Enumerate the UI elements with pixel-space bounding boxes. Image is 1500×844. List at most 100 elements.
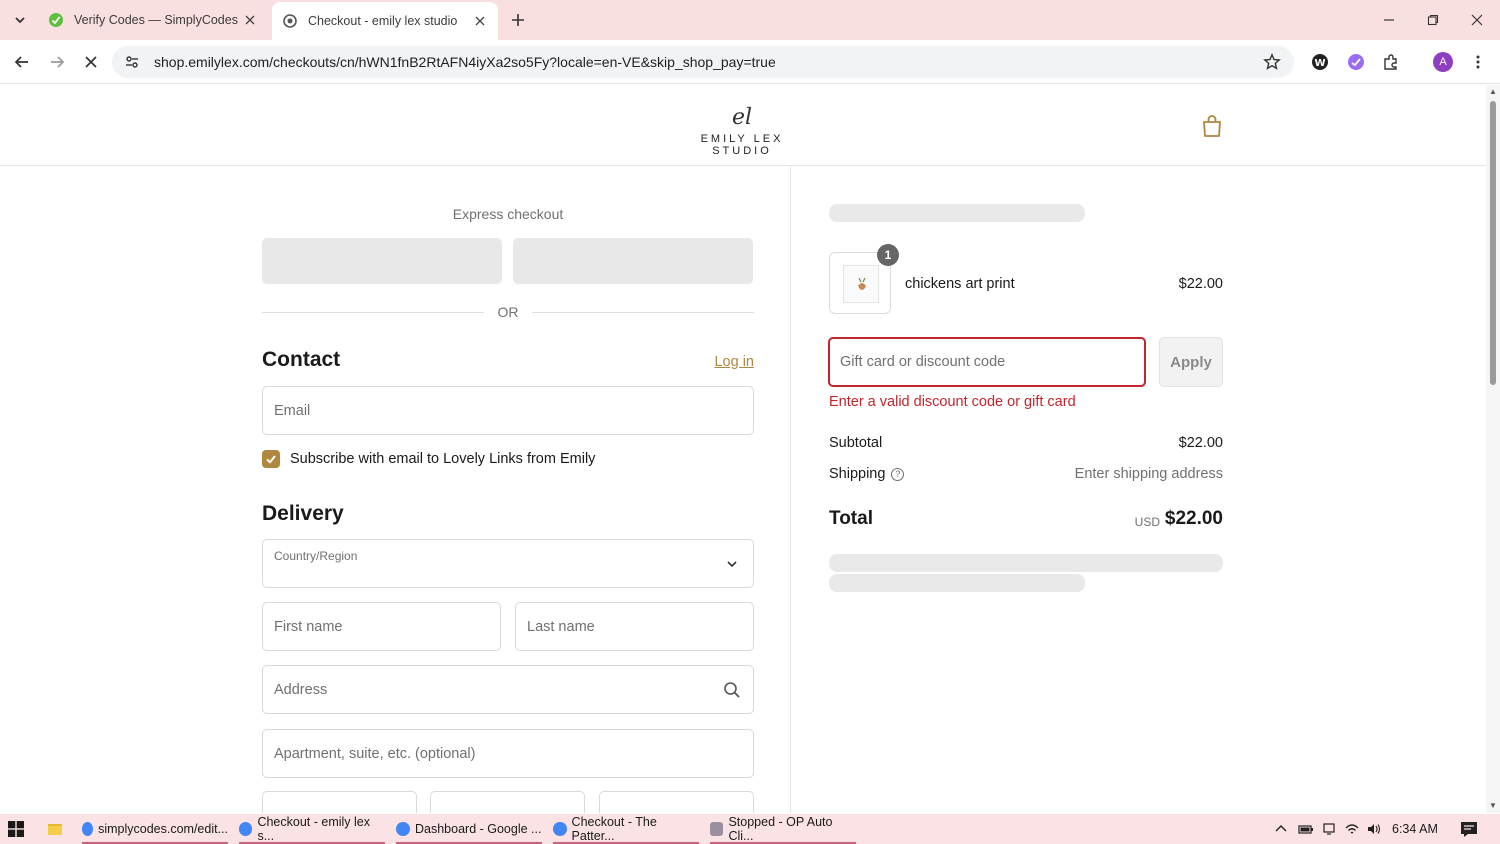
log-in-link[interactable]: Log in — [690, 354, 754, 370]
express-checkout-title: Express checkout — [452, 206, 564, 222]
tab-simplycodes[interactable]: Verify Codes — SimplyCodes — [38, 4, 268, 36]
checkout-page: el EMILY LEX STUDIO Express checkout OR … — [0, 85, 1486, 813]
tab-title: Checkout - emily lex studio — [308, 14, 458, 28]
email-field[interactable]: Email — [262, 386, 754, 435]
browser-tab-bar: Verify Codes — SimplyCodes Checkout - em… — [0, 0, 1500, 40]
discount-placeholder: Gift card or discount code — [840, 354, 1006, 370]
stop-loading-icon[interactable] — [77, 48, 105, 76]
country-region-select[interactable]: Country/Region — [262, 539, 754, 588]
total-currency: USD — [1134, 515, 1160, 529]
chicken-print-image — [843, 265, 879, 303]
back-icon[interactable] — [8, 48, 36, 76]
address-field[interactable]: Address — [262, 665, 754, 714]
express-checkout-button-placeholder[interactable] — [262, 238, 502, 284]
volume-icon[interactable] — [1366, 822, 1382, 836]
quantity-badge: 1 — [877, 244, 899, 266]
notifications-icon[interactable] — [1460, 821, 1478, 837]
taskbar-item[interactable]: Checkout - The Patter... — [553, 814, 699, 844]
extension-w-icon[interactable]: W — [1308, 50, 1332, 74]
last-name-placeholder: Last name — [527, 619, 595, 635]
subscribe-label: Subscribe with email to Lovely Links fro… — [290, 451, 596, 467]
close-window-icon[interactable] — [1454, 0, 1500, 40]
help-icon[interactable]: ? — [891, 468, 905, 481]
display-icon[interactable] — [1322, 822, 1336, 836]
email-placeholder: Email — [274, 403, 311, 419]
subtotal-value: $22.00 — [1178, 435, 1223, 451]
new-tab-icon[interactable] — [506, 8, 530, 32]
chrome-icon — [396, 822, 410, 836]
apartment-placeholder: Apartment, suite, etc. (optional) — [274, 746, 476, 762]
bookmark-star-icon[interactable] — [1260, 50, 1284, 74]
logo-mark: el — [731, 105, 753, 130]
close-tab-icon[interactable] — [470, 11, 490, 31]
subtotal-row: Subtotal $22.00 — [829, 435, 1223, 455]
discount-code-input[interactable]: Gift card or discount code — [828, 337, 1146, 387]
chrome-icon — [553, 822, 567, 836]
tab-checkout[interactable]: Checkout - emily lex studio — [272, 2, 498, 40]
subscribe-checkbox-row[interactable]: Subscribe with email to Lovely Links fro… — [262, 448, 595, 470]
subtotal-label: Subtotal — [829, 435, 883, 451]
subscribe-checkbox[interactable] — [262, 450, 280, 468]
profile-initial: A — [1439, 56, 1447, 68]
order-summary: 1 chickens art print $22.00 Gift card or… — [791, 166, 1486, 813]
forward-icon[interactable] — [43, 48, 71, 76]
shipping-label: Shipping — [829, 466, 886, 482]
taskbar-item-label: Checkout - emily lex s... — [257, 815, 370, 843]
battery-icon[interactable] — [1298, 822, 1314, 836]
apartment-field[interactable]: Apartment, suite, etc. (optional) — [262, 729, 754, 778]
search-icon — [724, 682, 740, 698]
scroll-up-icon[interactable]: ▲ — [1488, 87, 1498, 97]
apply-button[interactable]: Apply — [1159, 337, 1223, 387]
extension-purple-icon[interactable] — [1344, 50, 1368, 74]
loading-skeleton — [829, 204, 1085, 222]
taskbar-item[interactable]: Dashboard - Google ... — [396, 814, 542, 844]
page-scrollbar[interactable]: ▲ ▼ — [1486, 85, 1500, 813]
loading-favicon-icon — [282, 13, 298, 29]
city-field[interactable] — [262, 791, 417, 813]
extensions-puzzle-icon[interactable] — [1379, 50, 1403, 74]
taskbar-item-label: Dashboard - Google ... — [415, 822, 542, 836]
restore-icon[interactable] — [1410, 0, 1456, 40]
address-placeholder: Address — [274, 682, 328, 698]
site-header: el EMILY LEX STUDIO — [0, 85, 1486, 166]
tab-search-chevron-icon[interactable] — [8, 8, 32, 32]
site-info-icon[interactable] — [118, 48, 146, 76]
close-tab-icon[interactable] — [240, 10, 260, 30]
file-explorer-icon[interactable] — [47, 821, 63, 837]
shipping-row: Shipping? Enter shipping address — [829, 466, 1223, 486]
taskbar-item-label: Checkout - The Patter... — [571, 815, 657, 843]
wifi-icon[interactable] — [1344, 822, 1360, 836]
minimize-icon[interactable] — [1366, 0, 1412, 40]
address-bar[interactable]: shop.emilylex.com/checkouts/cn/hWN1fnB2R… — [112, 46, 1294, 78]
total-label: Total — [829, 508, 873, 529]
taskbar-item[interactable]: simplycodes.com/edit... — [82, 814, 228, 844]
taskbar-item[interactable]: Stopped - OP Auto Cli... — [710, 814, 856, 844]
system-tray: 6:34 AM — [1274, 814, 1438, 844]
taskbar-item[interactable]: Checkout - emily lex s... — [239, 814, 385, 844]
discount-error-message: Enter a valid discount code or gift card — [829, 394, 1076, 410]
last-name-field[interactable]: Last name — [515, 602, 754, 651]
scroll-down-icon[interactable]: ▼ — [1488, 801, 1498, 811]
taskbar-item-label: simplycodes.com/edit... — [98, 822, 228, 836]
chrome-icon — [239, 822, 253, 836]
total-value: $22.00 — [1164, 508, 1223, 529]
svg-text:W: W — [1314, 58, 1325, 69]
state-field[interactable] — [430, 791, 585, 813]
express-checkout-button-placeholder[interactable] — [513, 238, 753, 284]
clock[interactable]: 6:34 AM — [1392, 822, 1438, 836]
zip-code-field[interactable] — [599, 791, 754, 813]
loading-skeleton — [829, 574, 1085, 592]
product-price: $22.00 — [1178, 276, 1223, 292]
chevron-up-icon[interactable] — [1274, 822, 1288, 836]
windows-taskbar: simplycodes.com/edit... Checkout - emily… — [0, 814, 1500, 844]
browser-menu-icon[interactable] — [1466, 50, 1490, 74]
profile-avatar[interactable]: A — [1431, 50, 1455, 74]
emily-lex-logo[interactable]: el EMILY LEX STUDIO — [672, 105, 812, 158]
shipping-value: Enter shipping address — [1074, 466, 1223, 482]
shopping-bag-icon[interactable] — [1200, 113, 1224, 139]
taskbar-item-label: Stopped - OP Auto Cli... — [728, 815, 833, 843]
tab-title: Verify Codes — SimplyCodes — [74, 13, 238, 27]
scroll-thumb[interactable] — [1490, 101, 1496, 385]
windows-start-icon[interactable] — [8, 821, 24, 837]
first-name-field[interactable]: First name — [262, 602, 501, 651]
